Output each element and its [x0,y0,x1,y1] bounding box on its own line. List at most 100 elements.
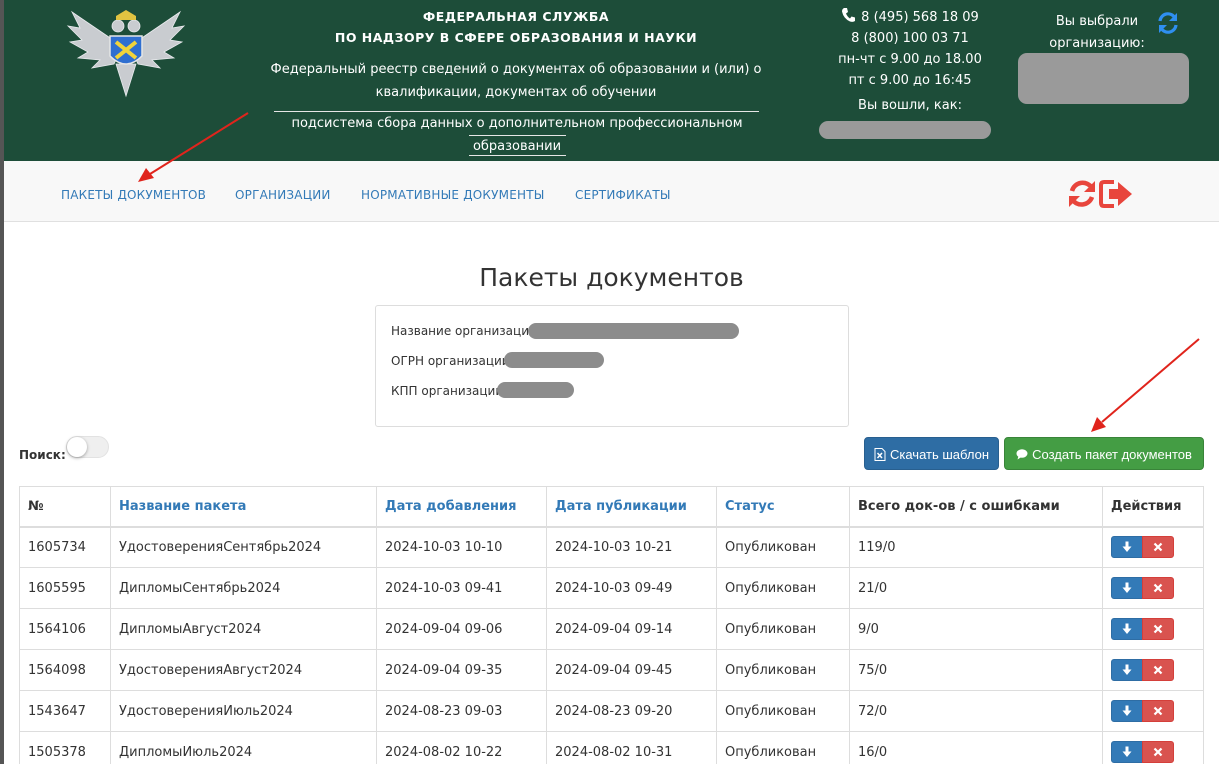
cell-package-name: УдостоверенияИюль2024 [110,690,377,732]
cell-date-added: 2024-08-23 09-03 [376,690,547,732]
search-toggle[interactable] [66,436,109,458]
agency-title-line2: ПО НАДЗОРУ В СФЕРЕ ОБРАЗОВАНИЯ И НАУКИ [334,30,698,45]
delete-package-button[interactable] [1142,618,1174,640]
cell-number: 1564098 [19,649,111,691]
close-icon [1153,665,1163,675]
agency-title: ФЕДЕРАЛЬНАЯ СЛУЖБА ПО НАДЗОРУ В СФЕРЕ ОБ… [242,6,790,48]
download-package-button[interactable] [1111,618,1143,640]
column-header-doc-counts: Всего док-ов / с ошибками [849,486,1103,528]
arrow-down-icon [1122,664,1132,675]
phone-icon [842,8,856,22]
cell-actions [1102,608,1204,650]
org-name-label: Название организации: [391,324,541,338]
download-package-button[interactable] [1111,700,1143,722]
logout-icon[interactable] [1099,180,1132,208]
cell-date-published: 2024-08-23 09-20 [546,690,717,732]
cell-actions [1102,731,1204,764]
cell-number: 1605734 [19,526,111,568]
cell-actions [1102,649,1204,691]
download-package-button[interactable] [1111,536,1143,559]
column-header-package-name[interactable]: Название пакета [110,486,377,528]
site-header: ФЕДЕРАЛЬНАЯ СЛУЖБА ПО НАДЗОРУ В СФЕРЕ ОБ… [4,0,1219,161]
selected-org-label: Вы выбрали организацию: [1022,11,1172,55]
organization-info-panel: Название организации: ОГРН организации: … [375,305,849,427]
table-row: 1543647 УдостоверенияИюль2024 2024-08-23 0… [19,690,1204,732]
eagle-emblem-logo [66,10,186,98]
registry-line1: Федеральный реестр сведений о документах… [270,62,762,77]
cell-number: 1543647 [19,690,111,732]
delete-package-button[interactable] [1142,700,1174,722]
cell-package-name: ДипломыИюль2024 [110,731,377,764]
comment-icon [1016,449,1028,460]
table-row: 1564098 УдостоверенияАвгуст2024 2024-09-04… [19,649,1204,691]
nav-item-regulations[interactable]: НОРМАТИВНЫЕ ДОКУМЕНТЫ [361,188,545,202]
org-ogrn-label: ОГРН организации: [391,354,514,368]
cell-doc-counts: 16/0 [849,731,1103,764]
phone-number-1: 8 (495) 568 18 09 [861,10,979,25]
delete-package-button[interactable] [1142,741,1174,763]
page-title: Пакеты документов [479,263,744,292]
working-hours-1: пн-чт с 9.00 до 18.00 [838,52,982,67]
cell-actions [1102,690,1204,732]
delete-package-button[interactable] [1142,536,1174,559]
registry-name: Федеральный реестр сведений о документах… [242,58,790,104]
excel-file-icon [874,448,886,461]
cell-date-added: 2024-09-04 09-06 [376,608,547,650]
cell-date-added: 2024-10-03 09-41 [376,567,547,609]
cell-date-added: 2024-09-04 09-35 [376,649,547,691]
cell-doc-counts: 21/0 [849,567,1103,609]
toggle-knob [67,437,87,457]
download-template-label: Скачать шаблон [889,447,990,462]
cell-date-published: 2024-08-02 10-31 [546,731,717,764]
phone-number-2: 8 (800) 100 03 71 [851,31,969,46]
agency-title-line1: ФЕДЕРАЛЬНАЯ СЛУЖБА [422,9,610,24]
cell-status: Опубликован [716,526,850,568]
working-hours-2: пт с 9.00 до 16:45 [848,73,972,88]
arrow-down-icon [1122,582,1132,593]
refresh-icon[interactable] [1069,180,1095,207]
download-package-button[interactable] [1111,741,1143,763]
close-icon [1153,583,1163,593]
cell-number: 1605595 [19,567,111,609]
arrow-down-icon [1122,705,1132,716]
close-icon [1153,747,1163,757]
table-row: 1505378 ДипломыИюль2024 2024-08-02 10-22 20… [19,731,1204,764]
table-row: 1605734 УдостоверенияСентябрь2024 2024-10-… [19,526,1204,568]
change-org-refresh-icon[interactable] [1155,10,1181,36]
column-header-date-published[interactable]: Дата публикации [546,486,717,528]
download-template-button[interactable]: Скачать шаблон [864,437,999,470]
cell-number: 1505378 [19,731,111,764]
cell-status: Опубликован [716,690,850,732]
table-body: 1605734 УдостоверенияСентябрь2024 2024-10-… [19,526,1204,764]
redacted-org-ogrn [504,352,604,368]
cell-date-published: 2024-09-04 09-45 [546,649,717,691]
divider [469,135,566,136]
redacted-org-name [528,323,739,339]
delete-package-button[interactable] [1142,577,1174,599]
search-label: Поиск: [19,448,66,462]
column-header-actions: Действия [1102,486,1204,528]
close-icon [1153,624,1163,634]
packages-table: № Название пакета Дата добавления Дата п… [19,486,1204,764]
cell-number: 1564106 [19,608,111,650]
nav-item-organizations[interactable]: ОРГАНИЗАЦИИ [235,188,331,202]
create-package-button[interactable]: Создать пакет документов [1004,437,1204,470]
nav-item-packages[interactable]: ПАКЕТЫ ДОКУМЕНТОВ [61,188,206,202]
main-navbar: ПАКЕТЫ ДОКУМЕНТОВ ОРГАНИЗАЦИИ НОРМАТИВНЫ… [4,161,1219,222]
cell-date-published: 2024-10-03 10-21 [546,526,717,568]
nav-item-certificates[interactable]: СЕРТИФИКАТЫ [575,188,671,202]
cell-package-name: ДипломыАвгуст2024 [110,608,377,650]
cell-date-added: 2024-10-03 10-10 [376,526,547,568]
table-row: 1605595 ДипломыСентябрь2024 2024-10-03 09-… [19,567,1204,609]
divider [469,155,566,156]
column-header-date-added[interactable]: Дата добавления [376,486,547,528]
org-kpp-label: КПП организации: [391,384,508,398]
arrow-down-icon [1122,623,1132,634]
nav-action-icons [1069,180,1132,208]
close-icon [1153,542,1163,552]
column-header-status[interactable]: Статус [716,486,850,528]
download-package-button[interactable] [1111,659,1143,681]
download-package-button[interactable] [1111,577,1143,599]
delete-package-button[interactable] [1142,659,1174,681]
cell-date-added: 2024-08-02 10-22 [376,731,547,764]
